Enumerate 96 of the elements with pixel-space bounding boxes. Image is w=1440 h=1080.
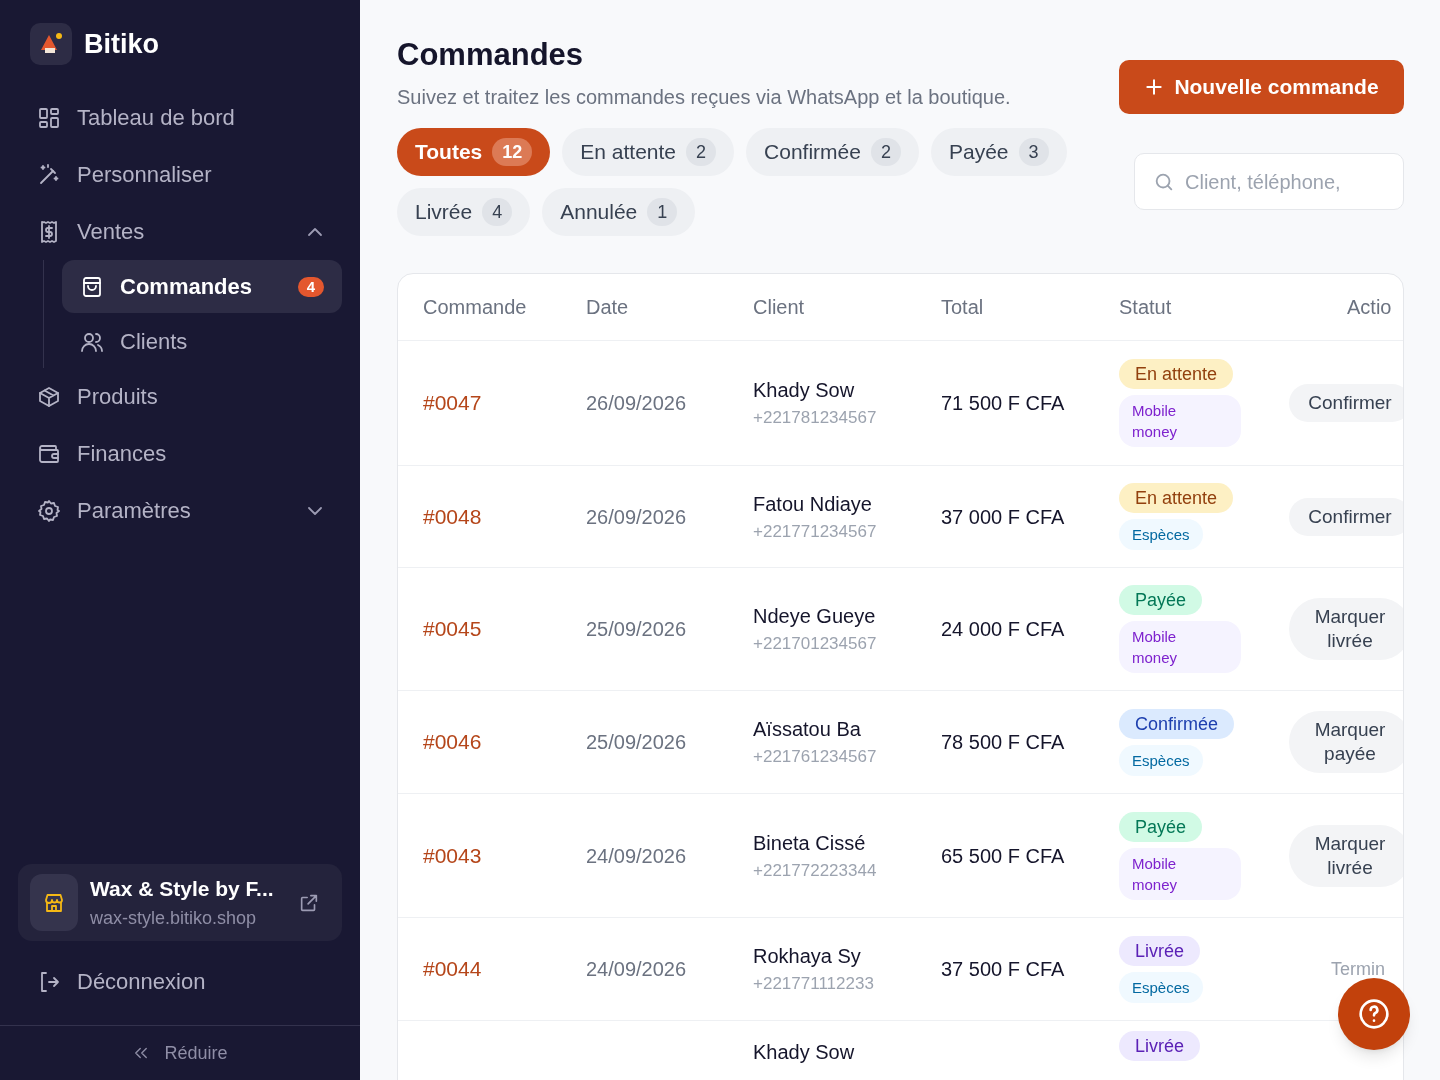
column-header: Client bbox=[753, 295, 806, 320]
table-cell: 24/09/2026 bbox=[586, 844, 687, 867]
nav-item[interactable]: Tableau de bord bbox=[18, 89, 342, 146]
help-icon bbox=[1358, 998, 1390, 1030]
table-cell: 26/09/2026 bbox=[586, 505, 687, 528]
action-button[interactable]: Confirmer bbox=[1289, 497, 1403, 536]
table-cell: 78 500 F CFA bbox=[941, 731, 1065, 753]
nav-item[interactable]: Finances bbox=[18, 425, 342, 482]
client-phone: +221772223344 bbox=[753, 859, 878, 882]
table-cell: 37 000 F CFA bbox=[941, 505, 1065, 528]
column-header: Statut bbox=[1119, 295, 1173, 320]
status-badge: En attente bbox=[1119, 359, 1234, 389]
order-number[interactable]: #0048 bbox=[423, 504, 482, 528]
column-header: Commande bbox=[423, 295, 528, 320]
status-badge: Livrée bbox=[1119, 935, 1201, 966]
client-name: Ndeye Gueye bbox=[753, 604, 877, 630]
client-phone: +221701234567 bbox=[753, 633, 878, 656]
order-number[interactable]: #0047 bbox=[423, 391, 482, 415]
search-input[interactable]: Client, téléphone, bbox=[1185, 166, 1385, 197]
logo-icon bbox=[30, 23, 72, 65]
count-badge: 3 bbox=[1018, 138, 1049, 166]
filter-tab[interactable]: Confirmée 2 bbox=[746, 128, 919, 176]
magic-wand-icon bbox=[37, 162, 61, 187]
count-badge: 4 bbox=[482, 198, 513, 226]
table-cell: 25/09/2026 bbox=[586, 618, 687, 640]
logout-link[interactable]: Déconnexion bbox=[37, 953, 206, 1010]
filter-tab[interactable]: Annulée 1 bbox=[542, 188, 696, 236]
status-badge: Payée bbox=[1119, 585, 1203, 615]
client-name: Khady Sow bbox=[753, 378, 856, 404]
grid-icon bbox=[37, 105, 61, 130]
order-number[interactable]: #0046 bbox=[423, 730, 482, 754]
payment-badge: Espèces bbox=[1119, 971, 1203, 1003]
table-cell: 65 500 F CFA bbox=[941, 844, 1065, 867]
client-name: Aïssatou Ba bbox=[753, 717, 862, 743]
payment-badge: Espèces bbox=[1119, 744, 1203, 776]
store-card[interactable]: Wax & Style by F... wax-style.bitiko.shop bbox=[18, 864, 342, 941]
action-button[interactable]: Marquer livrée bbox=[1289, 598, 1403, 660]
payment-badge: Mobile money bbox=[1119, 621, 1241, 673]
shopping-bag-icon bbox=[80, 274, 104, 299]
storefront-icon bbox=[30, 874, 78, 931]
client-phone: +221771112233 bbox=[753, 973, 875, 996]
order-number[interactable]: #0043 bbox=[423, 843, 482, 867]
gear-icon bbox=[37, 498, 61, 523]
action-status: Termin bbox=[1330, 958, 1385, 979]
brand-name: Bitiko bbox=[84, 27, 159, 61]
table-cell: 71 500 F CFA bbox=[941, 392, 1065, 414]
payment-badge: Mobile money bbox=[1119, 847, 1241, 900]
nav-item[interactable]: Ventes bbox=[18, 203, 342, 260]
table-cell: 25/09/2026 bbox=[586, 731, 687, 753]
status-badge: Payée bbox=[1119, 811, 1203, 842]
nav-item[interactable]: Commandes 4 bbox=[62, 260, 342, 313]
status-badge: Livrée bbox=[1119, 1031, 1201, 1061]
box-icon bbox=[37, 384, 61, 409]
client-name: Rokhaya Sy bbox=[753, 944, 862, 970]
count-badge: 2 bbox=[870, 138, 901, 166]
new-order-button[interactable]: Nouvelle commande bbox=[1119, 60, 1404, 114]
collapse-button[interactable]: Réduire bbox=[132, 1039, 228, 1067]
table-cell: 26/09/2026 bbox=[586, 392, 687, 414]
filter-tab[interactable]: Payée 3 bbox=[930, 128, 1067, 176]
client-phone: +221781234567 bbox=[753, 407, 878, 430]
count-badge: 2 bbox=[686, 138, 717, 166]
count-badge: 4 bbox=[297, 276, 324, 297]
action-button[interactable]: Marquer livrée bbox=[1289, 824, 1403, 887]
client-name: Fatou Ndiaye bbox=[753, 491, 873, 517]
payment-badge: Espèces bbox=[1119, 519, 1203, 550]
nav-item[interactable]: Clients bbox=[62, 315, 342, 368]
filter-tab[interactable]: Livrée 4 bbox=[397, 188, 531, 236]
nav-item[interactable]: Paramètres bbox=[18, 482, 342, 539]
client-name: Bineta Cissé bbox=[753, 830, 867, 856]
payment-badge: Mobile money bbox=[1119, 395, 1241, 447]
table-cell: 24/09/2026 bbox=[586, 958, 687, 980]
filter-tab[interactable]: En attente 2 bbox=[562, 128, 735, 176]
count-badge: 1 bbox=[647, 198, 678, 226]
column-header: Total bbox=[941, 295, 985, 320]
page-title: Commandes bbox=[397, 36, 585, 74]
search-field[interactable]: Client, téléphone, bbox=[1134, 153, 1404, 210]
client-phone: +221771234567 bbox=[753, 520, 878, 543]
nav-item[interactable]: Produits bbox=[18, 368, 342, 425]
column-header: Date bbox=[586, 295, 630, 320]
column-header: Actio bbox=[1346, 295, 1393, 320]
order-number[interactable]: #0045 bbox=[423, 617, 482, 641]
count-badge: 12 bbox=[492, 138, 533, 166]
status-badge: En attente bbox=[1119, 483, 1234, 513]
order-number[interactable]: #0044 bbox=[423, 957, 482, 981]
action-button[interactable]: Marquer payée bbox=[1289, 711, 1403, 773]
store-name: Wax & Style by F... bbox=[90, 876, 274, 903]
table-cell: 24 000 F CFA bbox=[941, 618, 1065, 640]
client-phone: +221761234567 bbox=[753, 746, 878, 769]
table-cell: 37 500 F CFA bbox=[941, 958, 1065, 980]
page-subtitle: Suivez et traitez les commandes reçues via WhatsApp et la boutique. bbox=[397, 85, 1011, 110]
action-button[interactable]: Confirmer bbox=[1289, 384, 1403, 422]
filter-tab[interactable]: Toutes 12 bbox=[397, 128, 551, 176]
nav-item[interactable]: Personnaliser bbox=[18, 146, 342, 203]
status-badge: Confirmée bbox=[1119, 708, 1235, 739]
client-name: Khady Sow bbox=[753, 1040, 856, 1065]
store-url: wax-style.bitiko.shop bbox=[90, 906, 258, 930]
